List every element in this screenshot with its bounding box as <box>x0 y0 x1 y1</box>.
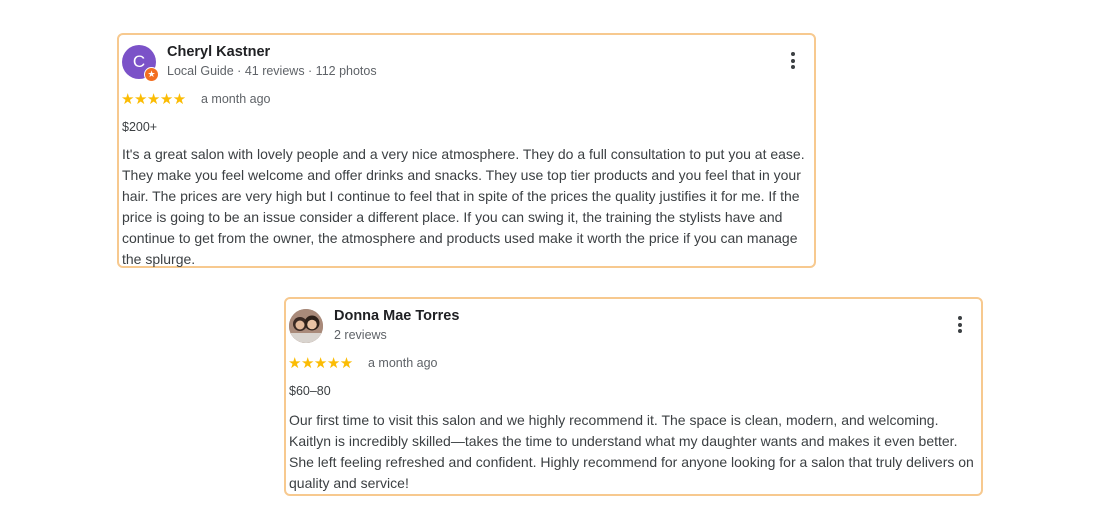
star-rating: ★★★★★ <box>121 91 186 108</box>
more-options-icon[interactable] <box>957 316 963 336</box>
reviewer-name[interactable]: Donna Mae Torres <box>334 308 459 324</box>
review-card: C ★ Cheryl Kastner Local Guide · 41 revi… <box>117 33 816 268</box>
review-card: Donna Mae Torres 2 reviews ★★★★★ a month… <box>284 297 983 496</box>
review-text: It's a great salon with lovely people an… <box>122 146 805 267</box>
reviewer-meta: Local Guide · 41 reviews · 112 photos <box>167 64 377 78</box>
local-guide-badge-icon: ★ <box>144 67 159 82</box>
avatar[interactable]: C ★ <box>122 45 159 82</box>
avatar-photo-icon <box>289 309 323 343</box>
avatar-letter: C <box>132 52 146 71</box>
review-date: a month ago <box>368 356 438 370</box>
star-rating: ★★★★★ <box>288 355 353 372</box>
review-date: a month ago <box>201 92 271 106</box>
review-text: Our first time to visit this salon and w… <box>289 412 974 491</box>
price-range: $200+ <box>122 120 158 134</box>
reviewer-name[interactable]: Cheryl Kastner <box>167 44 270 60</box>
reviewer-meta: 2 reviews <box>334 328 387 342</box>
more-options-icon[interactable] <box>790 52 796 72</box>
price-range: $60–80 <box>289 384 331 398</box>
avatar[interactable] <box>289 309 323 343</box>
